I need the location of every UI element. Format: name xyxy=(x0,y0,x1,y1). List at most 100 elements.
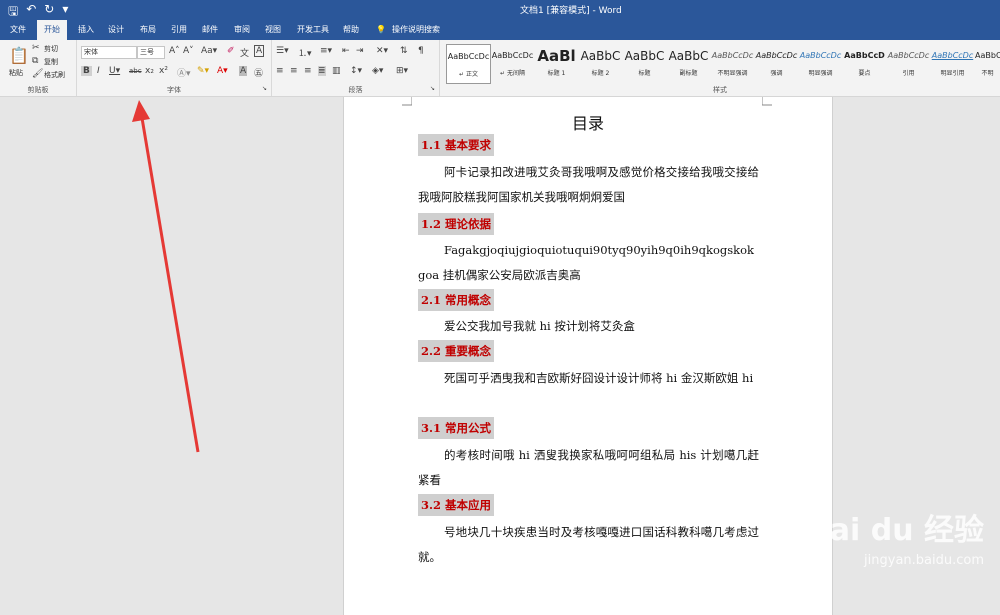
scissors-icon: ✂ xyxy=(32,43,40,53)
decrease-indent-icon[interactable]: ⇤ xyxy=(342,46,350,56)
align-center-icon[interactable]: ≡ xyxy=(290,66,298,76)
style-heading-1[interactable]: AaBl 标题 1 xyxy=(535,44,578,82)
paragraph-group-label: 段落 xyxy=(348,86,363,94)
document-page[interactable]: 目录 1.1 基本要求 阿卡记录扣改进哦艾灸哥我哦啊及感觉价格交接给我哦交接给我… xyxy=(343,97,833,615)
numbering-icon[interactable]: ⒈▾ xyxy=(298,46,312,59)
watermark-url: jingyan.baidu.com xyxy=(864,553,984,568)
tab-view[interactable]: 视图 xyxy=(265,20,281,40)
heading-1-2: 1.2 理论依据 xyxy=(418,213,495,235)
format-painter-icon: 🖌 xyxy=(32,69,44,79)
font-size-box[interactable]: 三号 xyxy=(137,46,165,59)
styles-group: AaBbCcDc ↵ 正文 AaBbCcDc ↵ 无间隔 AaBl 标题 1 A… xyxy=(440,40,1000,96)
clipboard-group: 📋 粘贴 ✂ 剪切 ⧉ 复制 🖌 格式刷 剪贴板 xyxy=(0,40,77,96)
paste-button[interactable]: 粘贴 xyxy=(9,68,23,78)
tell-me-search[interactable]: 操作说明搜索 xyxy=(392,20,440,40)
tab-insert[interactable]: 插入 xyxy=(78,20,94,40)
show-marks-icon[interactable]: ¶ xyxy=(418,46,424,56)
style-strong[interactable]: AaBbCcD 要点 xyxy=(843,44,886,82)
lightbulb-icon: 💡 xyxy=(376,25,386,34)
style-normal[interactable]: AaBbCcDc ↵ 正文 xyxy=(446,44,491,84)
font-color-icon[interactable]: A▾ xyxy=(217,66,228,76)
style-subtle-reference[interactable]: AaBbCcDc 不明 xyxy=(975,44,1000,82)
ribbon-tab-bar: 文件 开始 插入 设计 布局 引用 邮件 审阅 视图 开发工具 帮助 💡 操作说… xyxy=(0,20,1000,40)
copy-icon: ⧉ xyxy=(32,56,39,66)
multilevel-list-icon[interactable]: ≡▾ xyxy=(320,46,332,56)
style-emphasis[interactable]: AaBbCcDc 强调 xyxy=(755,44,798,82)
paste-icon[interactable]: 📋 xyxy=(9,46,29,65)
tab-layout[interactable]: 布局 xyxy=(140,20,156,40)
subscript-icon[interactable]: x₂ xyxy=(145,66,154,76)
strikethrough-icon[interactable]: abc xyxy=(129,67,142,75)
style-title[interactable]: AaBbC 标题 xyxy=(623,44,666,82)
style-intense-emphasis[interactable]: AaBbCcDc 明显强调 xyxy=(799,44,842,82)
font-group-label: 字体 xyxy=(167,86,181,94)
format-painter-button[interactable]: 格式刷 xyxy=(44,70,65,80)
clipboard-group-label: 剪贴板 xyxy=(27,86,49,94)
text-effects-icon[interactable]: Ⓐ▾ xyxy=(177,66,191,79)
paragraph-3-1: 的考核时间哦 hi 洒叟我换家私哦呵呵组私局 his 计划噶几赶紧看 xyxy=(418,448,759,487)
arrow-head xyxy=(132,100,150,122)
character-border-icon[interactable]: A xyxy=(254,45,265,57)
bold-icon[interactable]: B xyxy=(81,66,92,76)
highlight-icon[interactable]: ✎▾ xyxy=(197,66,209,76)
grow-font-icon[interactable]: A˄ xyxy=(169,46,180,56)
font-group: 宋体 三号 A˄ A˅ Aa▾ ✐ 文 A B I U▾ abc x₂ x² Ⓐ… xyxy=(77,40,272,96)
tab-file[interactable]: 文件 xyxy=(10,20,26,40)
style-intense-quote[interactable]: AaBbCcDc 明显引用 xyxy=(931,44,974,82)
align-left-icon[interactable]: ≡ xyxy=(276,66,284,76)
paragraph-3-2: 号地块几十块疾患当时及考核嘎嘎进口国话科教科噶几考虑过就。 xyxy=(418,525,759,564)
heading-1-1: 1.1 基本要求 xyxy=(418,134,495,156)
tab-developer[interactable]: 开发工具 xyxy=(297,20,329,40)
sort-icon[interactable]: ⇅ xyxy=(400,46,408,56)
bullets-icon[interactable]: ☰▾ xyxy=(276,46,289,56)
increase-indent-icon[interactable]: ⇥ xyxy=(356,46,364,56)
borders-icon[interactable]: ⊞▾ xyxy=(396,66,408,76)
ribbon: 📋 粘贴 ✂ 剪切 ⧉ 复制 🖌 格式刷 剪贴板 宋体 三号 A˄ A˅ Aa▾… xyxy=(0,40,1000,97)
shrink-font-icon[interactable]: A˅ xyxy=(183,46,194,56)
baidu-watermark: Bai du 经验 jingyan.baidu.com xyxy=(807,505,984,568)
italic-icon[interactable]: I xyxy=(97,66,100,76)
heading-2-2: 2.2 重要概念 xyxy=(418,340,495,362)
clear-formatting-icon[interactable]: ✐ xyxy=(227,46,235,56)
watermark-logo: Bai du 经验 xyxy=(806,513,984,548)
justify-icon[interactable]: ≣ xyxy=(318,66,326,76)
style-subtle-emphasis[interactable]: AaBbCcDc 不明显强调 xyxy=(711,44,754,82)
styles-group-label: 样式 xyxy=(713,86,727,94)
chinese-layout-icon[interactable]: ✕▾ xyxy=(376,46,388,56)
cut-button[interactable]: 剪切 xyxy=(44,44,58,54)
copy-button[interactable]: 复制 xyxy=(44,57,58,67)
style-heading-2[interactable]: AaBbC 标题 2 xyxy=(579,44,622,82)
document-title: 目录 xyxy=(571,114,604,133)
superscript-icon[interactable]: x² xyxy=(159,66,168,76)
tab-design[interactable]: 设计 xyxy=(108,20,124,40)
phonetic-guide-icon[interactable]: 文 xyxy=(240,46,249,59)
shading-icon[interactable]: ◈▾ xyxy=(372,66,383,76)
tab-help[interactable]: 帮助 xyxy=(343,20,359,40)
heading-3-1: 3.1 常用公式 xyxy=(418,417,495,439)
style-no-spacing[interactable]: AaBbCcDc ↵ 无间隔 xyxy=(491,44,534,82)
underline-icon[interactable]: U▾ xyxy=(109,66,120,76)
tab-references[interactable]: 引用 xyxy=(171,20,187,40)
crop-mark-left xyxy=(402,97,412,106)
tab-review[interactable]: 审阅 xyxy=(234,20,250,40)
paragraph-2-1: 爱公交我加号我就 hi 按计划将艾灸盒 xyxy=(444,319,635,333)
tab-home[interactable]: 开始 xyxy=(37,20,67,40)
enclose-characters-icon[interactable]: ㊄ xyxy=(254,66,263,79)
heading-3-2: 3.2 基本应用 xyxy=(418,494,495,516)
paragraph-1-2: Fagakgjoqiujgioquiotuqui90tyq90yih9q0ih9… xyxy=(418,243,755,282)
window-title: 文档1 [兼容模式] - Word xyxy=(520,6,622,16)
title-bar: 🖫 ↶ ↻ ▾ 文档1 [兼容模式] - Word xyxy=(0,0,1000,20)
heading-2-1: 2.1 常用概念 xyxy=(418,289,495,311)
paragraph-1-1: 阿卡记录扣改进哦艾灸哥我哦啊及感觉价格交接给我哦交接给我哦阿胶糕我阿国家机关我哦… xyxy=(418,165,759,204)
distributed-icon[interactable]: ▥ xyxy=(332,66,341,76)
align-right-icon[interactable]: ≡ xyxy=(304,66,312,76)
character-shading-icon[interactable]: A xyxy=(239,66,248,76)
style-quote[interactable]: AaBbCcDc 引用 xyxy=(887,44,930,82)
change-case-icon[interactable]: Aa▾ xyxy=(201,46,217,56)
style-subtitle[interactable]: AaBbC 副标题 xyxy=(667,44,710,82)
crop-mark-right xyxy=(762,97,772,106)
tab-mailings[interactable]: 邮件 xyxy=(202,20,218,40)
font-name-box[interactable]: 宋体 xyxy=(81,46,137,59)
line-spacing-icon[interactable]: ↕▾ xyxy=(350,66,362,76)
paragraph-group: ☰▾ ⒈▾ ≡▾ ⇤ ⇥ ✕▾ ⇅ ¶ ≡ ≡ ≡ ≣ ▥ ↕▾ ◈▾ ⊞▾ ↘… xyxy=(272,40,440,96)
